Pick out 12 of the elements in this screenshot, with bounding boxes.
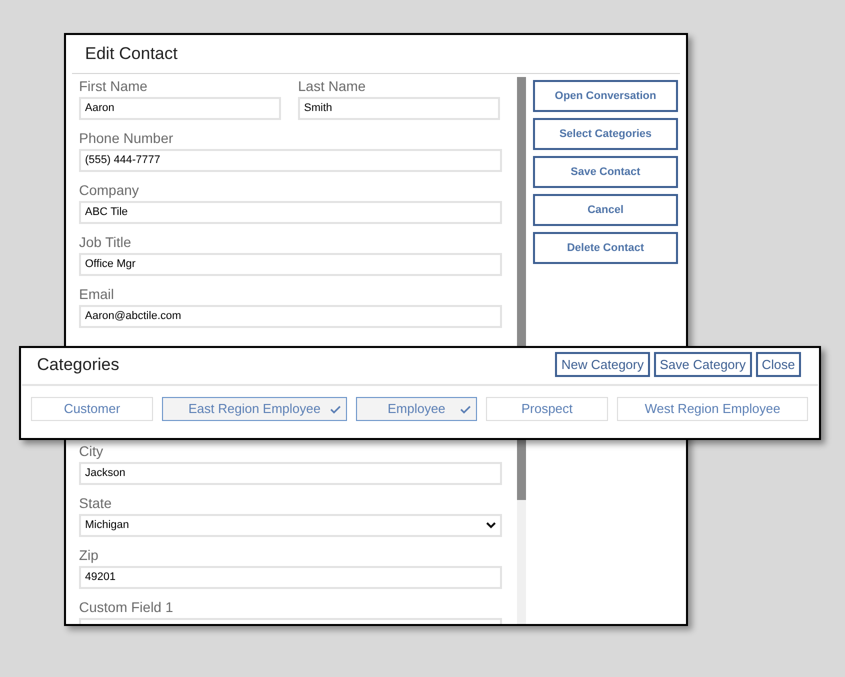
field-label: City (79, 442, 104, 460)
field-label: State (79, 494, 113, 512)
field-label: First Name (79, 77, 148, 95)
field-label: Zip (79, 546, 100, 564)
field-label: Phone Number (79, 129, 174, 147)
window-title: Edit Contact (85, 44, 178, 63)
dialog-title: Categories (37, 354, 120, 376)
field-label: Last Name (298, 77, 367, 95)
field-label: Custom Field 1 (79, 598, 174, 616)
field-label: Company (79, 181, 140, 199)
field-label: Job Title (79, 233, 132, 251)
field-label: Email (79, 285, 116, 303)
